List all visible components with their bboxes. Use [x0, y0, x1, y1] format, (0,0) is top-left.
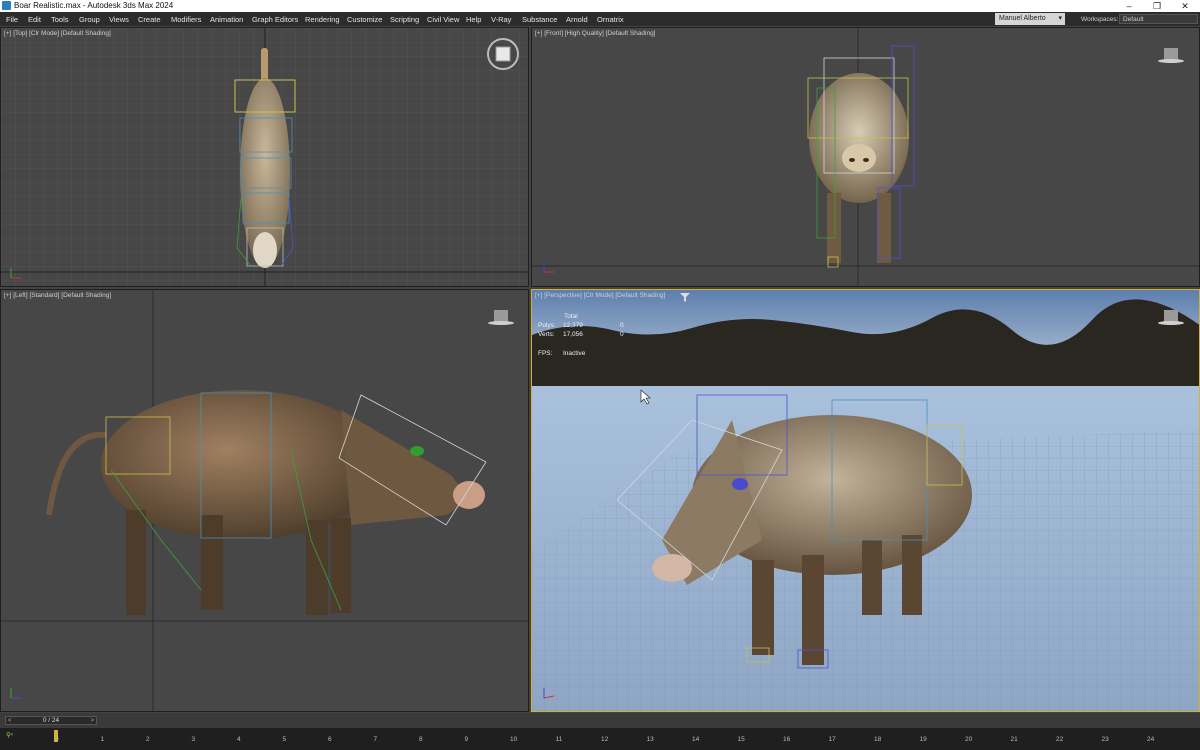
- timeline-tick-label: 16: [783, 736, 791, 743]
- viewport-top[interactable]: [+] [Top] [Clr Mode] [Default Shading]: [0, 27, 529, 287]
- viewport-front[interactable]: [+] [Front] [High Quality] [Default Shad…: [531, 27, 1200, 287]
- top-grid: [1, 28, 528, 286]
- menu-create[interactable]: Create: [138, 15, 161, 24]
- menu-help[interactable]: Help: [466, 15, 481, 24]
- timeline-tick-label: 23: [1101, 736, 1109, 743]
- timeline-tick-label: 14: [692, 736, 700, 743]
- axis-tripod-icon: [10, 688, 21, 699]
- timeline-tick-label: 19: [919, 736, 927, 743]
- viewport-label-front[interactable]: [+] [Front] [High Quality] [Default Shad…: [535, 30, 656, 37]
- menu-vray[interactable]: V-Ray: [491, 15, 511, 24]
- left-scene: [1, 290, 528, 711]
- title-bar: Boar Realistic.max - Autodesk 3ds Max 20…: [0, 0, 1200, 12]
- menu-file[interactable]: File: [6, 15, 18, 24]
- menu-rendering[interactable]: Rendering: [305, 15, 340, 24]
- perspective-scene: [532, 290, 1199, 711]
- viewport-left[interactable]: [+] [Left] [Standard] [Default Shading]: [0, 289, 529, 712]
- timeline-tick-label: 24: [1147, 736, 1155, 743]
- menu-customize[interactable]: Customize: [347, 15, 382, 24]
- timeline-tick-label: 7: [373, 736, 378, 743]
- window-title: Boar Realistic.max - Autodesk 3ds Max 20…: [14, 1, 174, 10]
- user-account-dropdown[interactable]: Manuel Alberto ▾: [995, 13, 1065, 25]
- timeline-tick-label: 15: [737, 736, 745, 743]
- time-slider-value: 0 / 24: [42, 717, 60, 724]
- maximize-button[interactable]: ❐: [1143, 0, 1171, 12]
- timeline-tick-label: 3: [191, 736, 196, 743]
- timeline-tick-label: 22: [1056, 736, 1064, 743]
- menu-arnold[interactable]: Arnold: [566, 15, 588, 24]
- stats-fps-label: FPS:: [538, 350, 553, 357]
- boar-side-view: [46, 390, 487, 615]
- viewport-perspective[interactable]: [+] [Perspective] [Clr Mode] [Default Sh…: [531, 289, 1200, 712]
- timeline-tick-label: 8: [419, 736, 423, 743]
- timeline-tick-label: 4: [237, 736, 241, 743]
- timeline-tick-label: 21: [1010, 736, 1018, 743]
- timeline-tick-label: 13: [646, 736, 654, 743]
- axis-tripod-icon: [543, 262, 554, 273]
- axis-tripod-icon: [10, 268, 21, 279]
- filter-icon[interactable]: [680, 293, 690, 302]
- stats-polys-label: Polys:: [538, 322, 556, 329]
- stats-verts-total: 17,056: [563, 331, 583, 338]
- chevron-down-icon: ▾: [1058, 15, 1062, 22]
- time-slider[interactable]: 0 / 24 < >: [5, 716, 97, 725]
- menu-views[interactable]: Views: [109, 15, 129, 24]
- stats-verts-selected: 0: [620, 331, 624, 338]
- menu-edit[interactable]: Edit: [28, 15, 41, 24]
- timeline-tick-label: 18: [874, 736, 882, 743]
- timeline-tick-label: 17: [828, 736, 836, 743]
- app-icon: [2, 1, 11, 10]
- user-name: Manuel Alberto: [999, 15, 1046, 22]
- menu-scripting[interactable]: Scripting: [390, 15, 419, 24]
- stats-fps-value: Inactive: [563, 350, 586, 357]
- workspace-select[interactable]: Default: [1119, 14, 1198, 24]
- timeline-tick-label: 1: [100, 736, 105, 743]
- timeline-tick-label: 10: [510, 736, 518, 743]
- viewport-label-left[interactable]: [+] [Left] [Standard] [Default Shading]: [4, 292, 111, 299]
- stats-total-header: Total: [564, 313, 578, 320]
- viewport-label-top[interactable]: [+] [Top] [Clr Mode] [Default Shading]: [4, 30, 111, 37]
- menu-substance[interactable]: Substance: [522, 15, 557, 24]
- timeline-tick-label: 9: [464, 736, 469, 743]
- close-button[interactable]: ✕: [1171, 0, 1199, 12]
- axis-tripod-icon: [543, 688, 555, 699]
- menu-modifiers[interactable]: Modifiers: [171, 15, 201, 24]
- menu-civil-view[interactable]: Civil View: [427, 15, 459, 24]
- chevron-right-icon[interactable]: >: [90, 717, 94, 725]
- boar-front-view: [807, 45, 915, 268]
- track-bar[interactable]: [0, 728, 1200, 750]
- stats-polys-total: 12,379: [563, 322, 583, 329]
- viewcube-front[interactable]: [1158, 48, 1184, 63]
- menu-group[interactable]: Group: [79, 15, 100, 24]
- timeline-tick-label: 6: [328, 736, 332, 743]
- stats-verts-label: Verts:: [538, 331, 555, 338]
- viewport-label-perspective[interactable]: [+] [Perspective] [Clr Mode] [Default Sh…: [535, 292, 665, 299]
- timeline-tick-label: 0: [55, 736, 59, 743]
- workspaces-label: Workspaces:: [1081, 16, 1119, 23]
- menu-graph-editors[interactable]: Graph Editors: [252, 15, 298, 24]
- key-filter-icon[interactable]: ⚲ᵛ: [6, 731, 30, 745]
- timeline-tick-label: 11: [555, 736, 563, 743]
- timeline-tick-label: 5: [282, 736, 287, 743]
- viewcube-left[interactable]: [488, 310, 514, 325]
- stats-polys-selected: 0: [620, 322, 624, 329]
- menu-ornatrix[interactable]: Ornatrix: [597, 15, 624, 24]
- minimize-button[interactable]: –: [1115, 0, 1143, 12]
- timeline-tick-label: 12: [601, 736, 609, 743]
- timeline-tick-label: 20: [965, 736, 973, 743]
- menu-tools[interactable]: Tools: [51, 15, 69, 24]
- menu-animation[interactable]: Animation: [210, 15, 243, 24]
- front-scene: [532, 28, 1199, 286]
- workspace-value: Default: [1123, 16, 1144, 23]
- timeline-tick-label: 2: [146, 736, 150, 743]
- chevron-left-icon[interactable]: <: [8, 717, 12, 725]
